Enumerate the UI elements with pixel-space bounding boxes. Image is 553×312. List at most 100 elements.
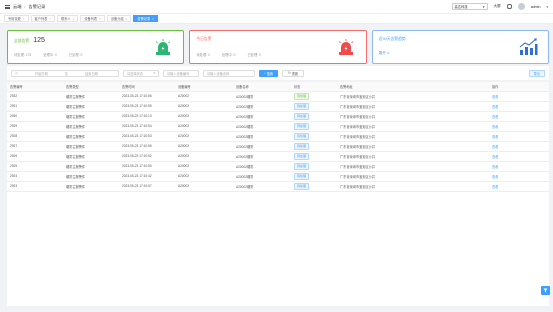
status-select-placeholder: 请选择状态: [127, 71, 143, 76]
table-cell: 烟雾主报警件: [63, 141, 119, 152]
table-row: 2928 烟雾主报警件 2023-05-23 17:10:53 A20002 A2000…: [7, 131, 549, 142]
tab-item-active[interactable]: 告警记录 ×: [133, 15, 158, 22]
table-cell-text: 2923: [10, 184, 18, 188]
table-cell-text: 广东省深圳市宝安区沙井: [340, 174, 376, 179]
avatar[interactable]: [517, 3, 525, 10]
close-icon[interactable]: ×: [152, 17, 154, 21]
tab-item[interactable]: 专用变更 ×: [4, 15, 29, 22]
topbar-right: 高达科技 ▾ 大屏 admin ▾: [451, 3, 548, 10]
expand-link[interactable]: 展开 ∨: [379, 51, 390, 56]
view-link[interactable]: 查看: [492, 145, 498, 149]
chevron-down-icon: ▾: [153, 71, 155, 75]
device-number-input[interactable]: 请输入设备编号: [163, 69, 199, 77]
table-cell: 广东省深圳市宝安区沙井: [337, 161, 489, 172]
message-icon[interactable]: [506, 4, 512, 9]
table-cell-text: 广东省深圳市宝安区沙井: [340, 184, 376, 189]
view-link[interactable]: 查看: [492, 185, 498, 189]
alarm-table: 告警编号 告警类型 告警时间 设备编号 设备名称 状态 告警地址 操作 2932…: [7, 82, 549, 306]
close-icon[interactable]: ×: [99, 17, 101, 21]
view-link[interactable]: 查看: [492, 155, 498, 159]
table-cell-text: A20002: [178, 104, 189, 108]
reset-button[interactable]: ↻ 重置: [282, 69, 304, 77]
region-select[interactable]: 高达科技 ▾: [451, 3, 488, 10]
table-cell: 2927: [7, 141, 63, 152]
table-cell-text: A20002烟雾: [236, 104, 254, 109]
end-date-input[interactable]: 结束日期: [85, 71, 98, 76]
device-name-input[interactable]: 请输入设备名称: [203, 69, 255, 77]
view-link[interactable]: 查看: [492, 115, 498, 119]
user-name[interactable]: admin: [531, 5, 541, 9]
status-select[interactable]: 请选择状态 ▾: [123, 69, 159, 77]
table-cell-text: 2023-05-23 17:10:56: [122, 144, 152, 148]
filter-icon: [543, 288, 548, 293]
fullscreen-label[interactable]: 大屏: [494, 4, 501, 9]
view-link[interactable]: 查看: [492, 135, 498, 139]
table-cell[interactable]: 查看: [489, 101, 549, 112]
table-cell-text: 烟雾主报警件: [66, 104, 86, 109]
table-cell: A20002: [175, 121, 233, 132]
date-range-picker[interactable]: ◷ 开始日期 至 结束日期: [11, 69, 119, 77]
table-cell[interactable]: 查看: [489, 91, 549, 102]
table-cell-text: 2930: [10, 114, 18, 118]
close-icon[interactable]: ×: [23, 17, 25, 21]
search-button[interactable]: ⌕ 搜索: [259, 69, 279, 77]
table-cell-text: A20002: [178, 174, 189, 178]
table-cell-text: A20002: [178, 144, 189, 148]
alarm-count: 125: [33, 37, 45, 44]
table-cell[interactable]: 查看: [489, 141, 549, 152]
tab-item[interactable]: 客户列表 ×: [30, 15, 56, 22]
table-cell: 2023-05-23 17:10:56: [119, 141, 175, 152]
table-cell-text: A20002烟雾: [236, 114, 254, 119]
today-alarms-card[interactable]: 今日告警 待处理: 0 处理中: 0 已处理: 0: [189, 30, 367, 64]
close-icon[interactable]: ×: [126, 17, 128, 21]
close-icon[interactable]: ×: [73, 17, 75, 21]
tab-item[interactable]: 设备分组 ×: [106, 15, 132, 22]
table-cell-text: 2023-05-23 17:10:13: [122, 114, 152, 118]
table-cell[interactable]: 查看: [489, 171, 549, 182]
breadcrumb-root[interactable]: 云端: [13, 4, 21, 10]
tab-label: 告警记录: [137, 17, 151, 21]
status-badge: 待处理: [294, 172, 310, 180]
view-link[interactable]: 查看: [492, 105, 498, 109]
table-cell: 2023-05-23 17:10:56: [119, 91, 175, 102]
table-cell-text: A20002: [178, 164, 189, 168]
view-link[interactable]: 查看: [492, 125, 498, 129]
table-cell[interactable]: 查看: [489, 151, 549, 162]
start-date-input[interactable]: 开始日期: [35, 71, 48, 76]
view-link[interactable]: 查看: [492, 175, 498, 179]
table-cell-text: A20002: [178, 154, 189, 158]
table-cell[interactable]: 查看: [489, 121, 549, 132]
done-count: 已处理: 0: [68, 53, 83, 57]
all-alarms-card[interactable]: 全部告警 125 待处理: 175 处理中: 0 已处理: 0: [7, 30, 185, 64]
filter-float-button[interactable]: [541, 286, 550, 295]
column-header: 设备名称: [233, 82, 291, 92]
table-cell: A20002: [175, 151, 233, 162]
user-chevron-icon[interactable]: ▾: [546, 5, 548, 9]
table-cell: A20002烟雾: [233, 151, 291, 162]
view-link[interactable]: 查看: [492, 165, 498, 169]
tab-item[interactable]: 设备列表 ×: [80, 15, 105, 22]
table-cell: A20002: [175, 181, 233, 192]
view-link[interactable]: 查看: [492, 95, 498, 99]
table-cell: 2023-05-23 17:10:53: [119, 131, 175, 142]
trend-card[interactable]: 近30天告警趋势 展开 ∨: [371, 30, 549, 64]
close-icon[interactable]: ×: [49, 17, 51, 21]
tab-label: 客户列表: [34, 17, 48, 21]
table-cell-text: 烟雾主报警件: [66, 174, 86, 179]
menu-toggle-icon[interactable]: [5, 4, 10, 9]
table-cell: 烟雾主报警件: [63, 91, 119, 102]
table-cell[interactable]: 查看: [489, 161, 549, 172]
table-cell: 2023-05-23 17:10:52: [119, 151, 175, 162]
table-cell[interactable]: 查看: [489, 111, 549, 122]
tab-item[interactable]: 联系人 ×: [57, 15, 79, 22]
table-cell-text: 烟雾主报警件: [66, 184, 86, 189]
table-cell: A20002烟雾: [233, 161, 291, 172]
table-cell-text: 2927: [10, 144, 18, 148]
table-cell[interactable]: 查看: [489, 131, 549, 142]
table-cell: 2023-05-23 17:10:55: [119, 101, 175, 112]
table-cell-text: 2023-05-23 17:10:50: [122, 164, 152, 168]
table-cell[interactable]: 查看: [489, 181, 549, 192]
export-button[interactable]: 导出: [528, 69, 545, 77]
table-cell: A20002: [175, 141, 233, 152]
table-row: 2923 烟雾主报警件 2023-05-23 17:10:57 A20002 A2000…: [7, 181, 549, 192]
